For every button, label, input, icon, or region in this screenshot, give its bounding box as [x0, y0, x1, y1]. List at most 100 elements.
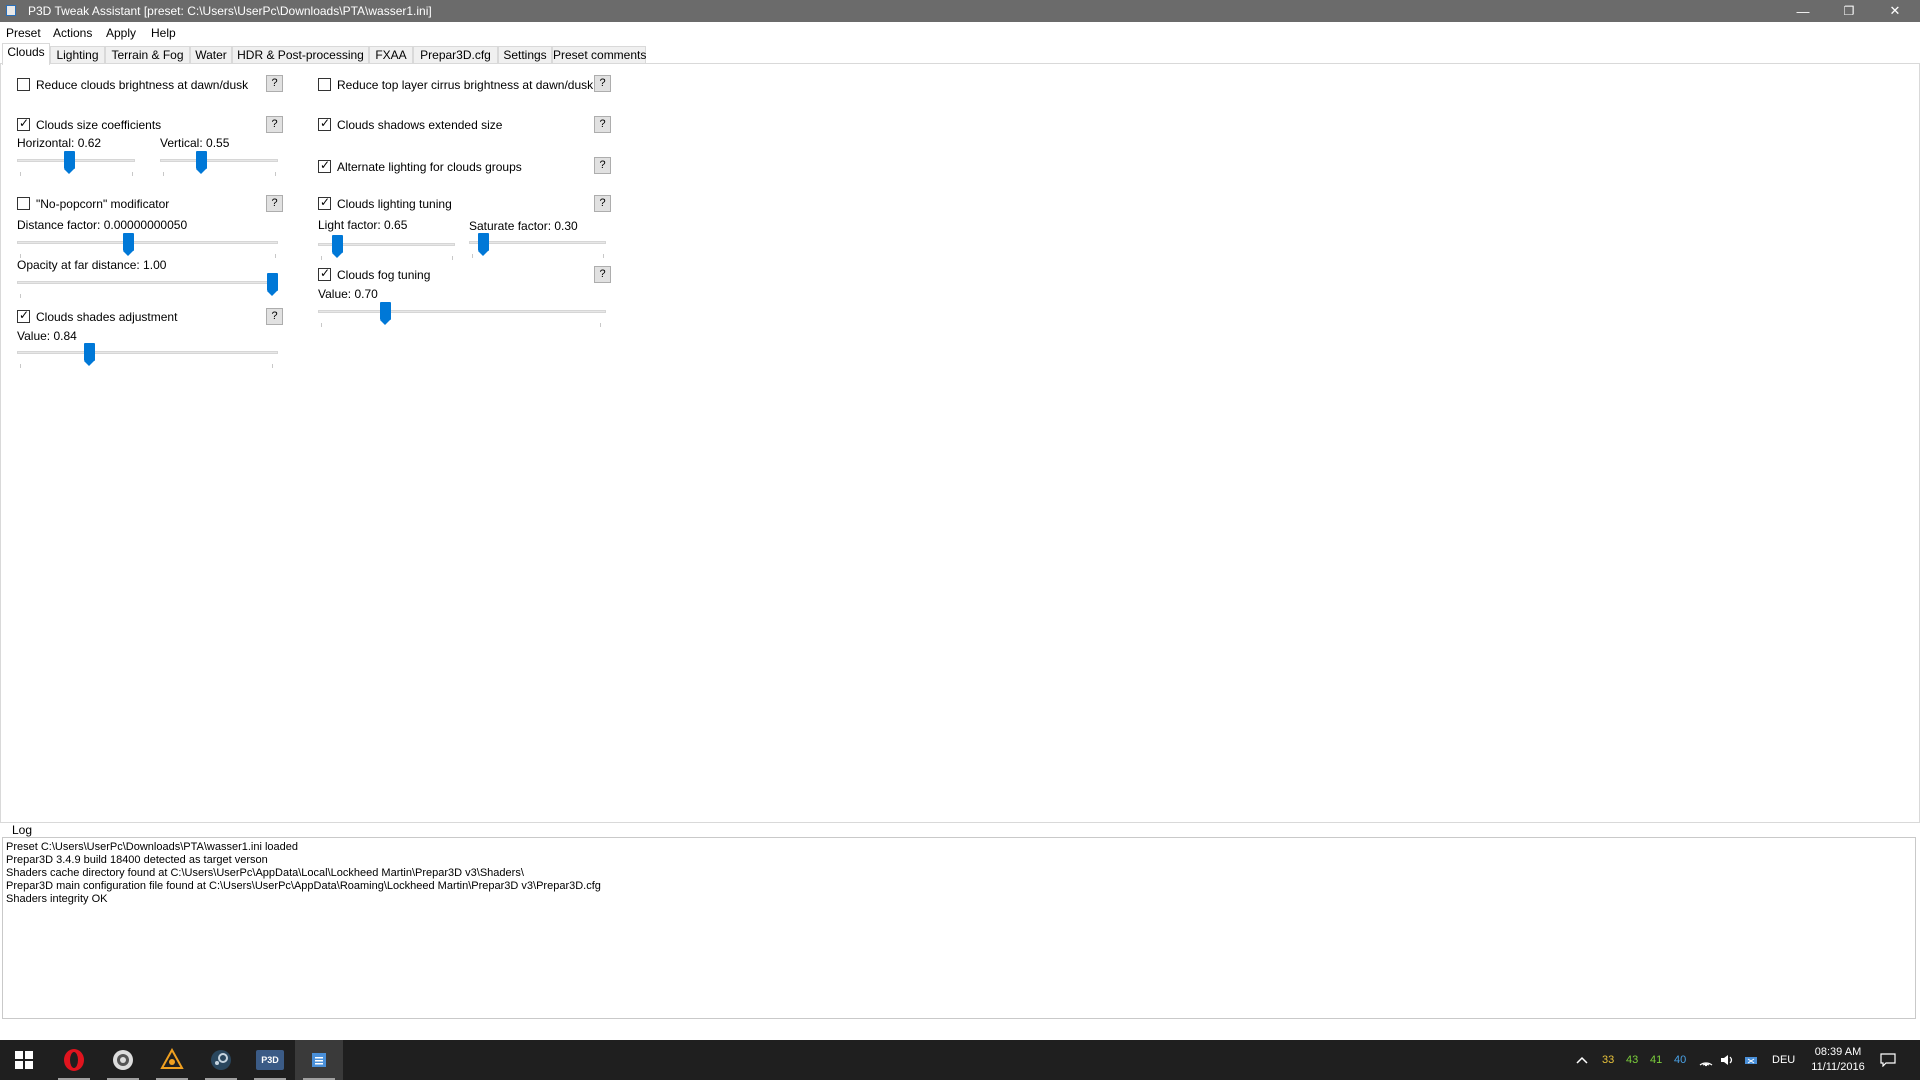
- lighting-tuning-checkbox[interactable]: ✓: [318, 195, 331, 210]
- distance-factor-slider-thumb[interactable]: [123, 233, 134, 256]
- fog-tuning-checkbox[interactable]: ✓: [318, 266, 331, 281]
- clock-time: 08:39 AM: [1814, 1046, 1862, 1058]
- lighting-tuning-label: Clouds lighting tuning: [337, 197, 452, 211]
- language-indicator[interactable]: DEU: [1772, 1040, 1795, 1080]
- saturate-factor-slider-thumb[interactable]: [478, 233, 489, 256]
- log-line: Preset C:\Users\UserPc\Downloads\PTA\was…: [6, 841, 299, 853]
- tab-prepar3d-cfg[interactable]: Prepar3D.cfg: [413, 46, 498, 64]
- shades-value-label: Value: 0.84: [17, 329, 77, 343]
- fog-slider-thumb[interactable]: [380, 302, 391, 325]
- network-icon[interactable]: [1698, 1040, 1714, 1080]
- volume-icon[interactable]: [1720, 1040, 1736, 1080]
- reduce-brightness-checkbox[interactable]: [17, 78, 30, 91]
- tray-temp-4[interactable]: 40: [1674, 1040, 1686, 1080]
- clouds-tab-panel: [0, 63, 1920, 823]
- horizontal-label: Horizontal: 0.62: [17, 136, 102, 150]
- tab-fxaa[interactable]: FXAA: [369, 46, 413, 64]
- slider-tick: [452, 256, 453, 260]
- tab-lighting[interactable]: Lighting: [50, 46, 105, 64]
- slider-tick: [321, 323, 322, 327]
- shades-label: Clouds shades adjustment: [36, 310, 178, 324]
- vertical-slider-thumb[interactable]: [196, 151, 207, 174]
- help-button[interactable]: ?: [594, 266, 611, 283]
- alt-lighting-checkbox[interactable]: ✓: [318, 158, 331, 173]
- opera-icon[interactable]: [50, 1040, 98, 1080]
- restore-button[interactable]: ❐: [1826, 0, 1872, 22]
- fog-value-label: Value: 0.70: [318, 287, 378, 301]
- slider-tick: [275, 254, 276, 258]
- usb-eject-icon[interactable]: [1744, 1040, 1758, 1080]
- close-button[interactable]: ✕: [1872, 0, 1918, 22]
- saturate-factor-slider-track[interactable]: [469, 241, 606, 244]
- clock-date: 11/11/2016: [1811, 1061, 1865, 1073]
- menu-actions[interactable]: Actions: [53, 26, 92, 40]
- slider-tick: [275, 172, 276, 176]
- size-coefficients-checkbox[interactable]: ✓: [17, 116, 30, 131]
- light-factor-slider-thumb[interactable]: [332, 235, 343, 258]
- vertical-slider-track[interactable]: [160, 159, 278, 162]
- tray-overflow-icon[interactable]: [1576, 1040, 1588, 1080]
- fog-slider-track[interactable]: [318, 310, 606, 313]
- tray-temp-1[interactable]: 33: [1602, 1040, 1614, 1080]
- p3d-icon[interactable]: P3D: [246, 1040, 294, 1080]
- tab-preset-comments[interactable]: Preset comments: [552, 46, 646, 64]
- steam-icon[interactable]: [197, 1040, 245, 1080]
- vertical-label: Vertical: 0.55: [160, 136, 230, 150]
- tray-temp-3[interactable]: 41: [1650, 1040, 1662, 1080]
- distance-factor-slider-track[interactable]: [17, 241, 278, 244]
- help-button[interactable]: ?: [594, 116, 611, 133]
- slider-tick: [132, 172, 133, 176]
- shades-slider-track[interactable]: [17, 351, 278, 354]
- slider-tick: [272, 364, 273, 368]
- help-button[interactable]: ?: [266, 116, 283, 133]
- cirrus-label: Reduce top layer cirrus brightness at da…: [337, 78, 594, 92]
- help-button[interactable]: ?: [266, 195, 283, 212]
- tab-water[interactable]: Water: [190, 46, 232, 64]
- help-button[interactable]: ?: [594, 157, 611, 174]
- log-textbox[interactable]: Preset C:\Users\UserPc\Downloads\PTA\was…: [2, 837, 1916, 1019]
- notifications-icon[interactable]: [1880, 1040, 1896, 1080]
- menu-apply[interactable]: Apply: [106, 26, 136, 40]
- windows-start-icon[interactable]: [0, 1040, 48, 1080]
- minimize-button[interactable]: —: [1780, 0, 1826, 22]
- check-icon: ✓: [19, 308, 30, 322]
- help-button[interactable]: ?: [266, 308, 283, 325]
- tab-clouds[interactable]: Clouds: [2, 43, 50, 65]
- check-icon: ✓: [320, 158, 331, 172]
- opacity-slider-thumb[interactable]: [267, 273, 278, 296]
- tab-terrain-fog[interactable]: Terrain & Fog: [105, 46, 190, 64]
- check-icon: ✓: [320, 195, 331, 209]
- shades-slider-thumb[interactable]: [84, 343, 95, 366]
- slider-tick: [20, 364, 21, 368]
- shadows-label: Clouds shadows extended size: [337, 118, 503, 132]
- title-bar: P3D Tweak Assistant [preset: C:\Users\Us…: [0, 0, 1920, 22]
- opacity-slider-track[interactable]: [17, 281, 278, 284]
- help-button[interactable]: ?: [594, 75, 611, 92]
- settings-app-icon[interactable]: [99, 1040, 147, 1080]
- fog-tuning-label: Clouds fog tuning: [337, 268, 431, 282]
- tweak-assistant-icon[interactable]: [295, 1040, 343, 1080]
- alt-lighting-label: Alternate lighting for clouds groups: [337, 160, 522, 174]
- distance-factor-label: Distance factor: 0.00000000050: [17, 218, 188, 232]
- horizontal-slider-track[interactable]: [17, 159, 135, 162]
- menu-help[interactable]: Help: [151, 26, 176, 40]
- tab-settings[interactable]: Settings: [498, 46, 552, 64]
- horizontal-slider-thumb[interactable]: [64, 151, 75, 174]
- menu-preset[interactable]: Preset: [6, 26, 41, 40]
- p3d-badge: P3D: [256, 1050, 284, 1070]
- clock[interactable]: 08:39 AM 11/11/2016: [1806, 1040, 1870, 1080]
- slider-tick: [163, 172, 164, 176]
- no-popcorn-checkbox[interactable]: [17, 197, 30, 210]
- app-icon[interactable]: [6, 5, 16, 16]
- help-button[interactable]: ?: [266, 75, 283, 92]
- slider-tick: [20, 294, 21, 298]
- cube-app-icon[interactable]: [148, 1040, 196, 1080]
- cirrus-checkbox[interactable]: [318, 78, 331, 91]
- opacity-label: Opacity at far distance: 1.00: [17, 258, 167, 272]
- help-button[interactable]: ?: [594, 195, 611, 212]
- shadows-checkbox[interactable]: ✓: [318, 116, 331, 131]
- tab-strip: Clouds Lighting Terrain & Fog Water HDR …: [0, 43, 1920, 65]
- tray-temp-2[interactable]: 43: [1626, 1040, 1638, 1080]
- tab-hdr-post-processing[interactable]: HDR & Post-processing: [232, 46, 369, 64]
- shades-checkbox[interactable]: ✓: [17, 308, 30, 323]
